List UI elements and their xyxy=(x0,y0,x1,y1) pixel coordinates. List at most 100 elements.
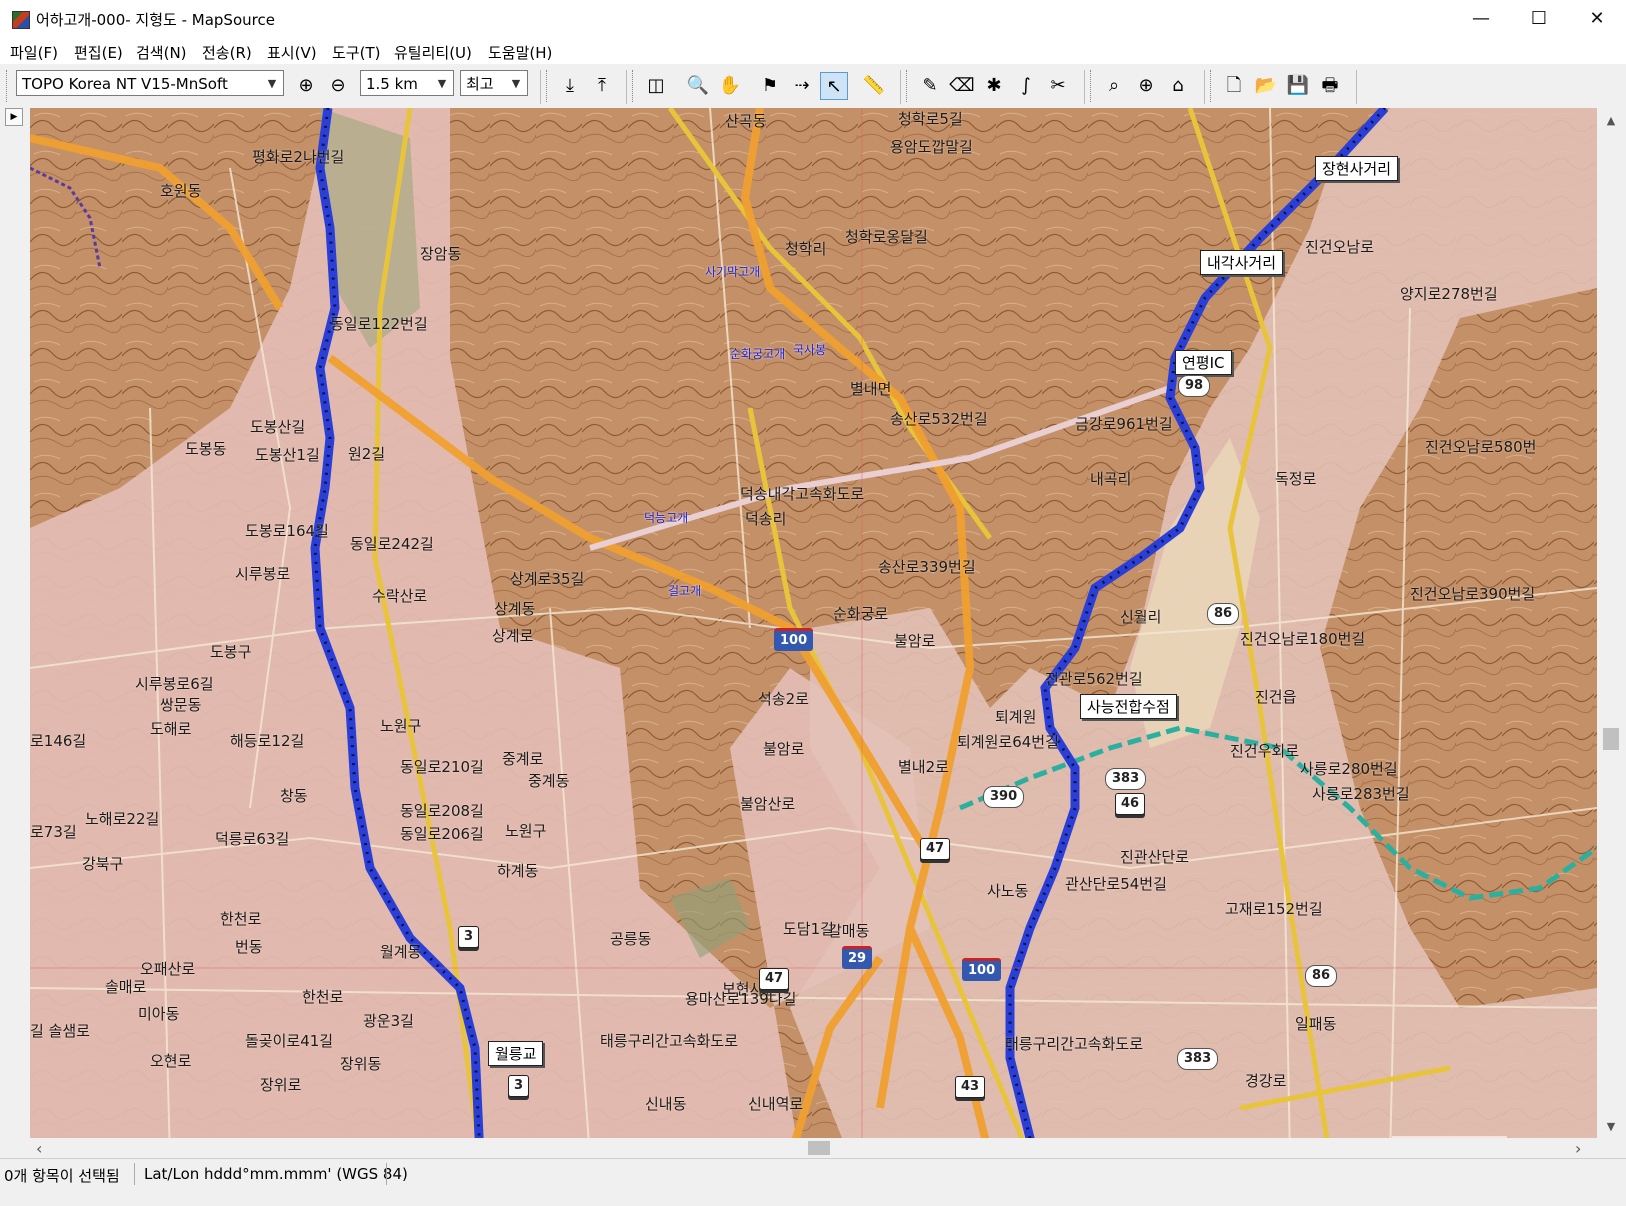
new-file-icon[interactable]: 🗋 xyxy=(1220,72,1248,100)
scroll-up-icon[interactable]: ▲ xyxy=(1603,114,1619,127)
map-place-label: 별내면 xyxy=(850,380,892,398)
coordinate-format: Lat/Lon hddd°mm.mmm' (WGS 84) xyxy=(144,1165,408,1183)
menu-edit[interactable]: 편집(E) xyxy=(72,42,125,63)
toolbar-grip[interactable] xyxy=(632,70,636,102)
map-place-label: 청학로5길 xyxy=(898,110,963,128)
send-to-device-icon[interactable]: ⤒ xyxy=(588,72,616,100)
menu-transfer[interactable]: 전송(R) xyxy=(200,42,254,63)
zoom-in-icon[interactable]: ⊕ xyxy=(292,72,320,100)
menu-find[interactable]: 검색(N) xyxy=(134,42,189,63)
maximize-button[interactable]: ☐ xyxy=(1510,0,1568,38)
scroll-down-icon[interactable]: ▼ xyxy=(1603,1120,1619,1133)
map-place-label: 도봉구 xyxy=(210,643,252,661)
zoom-out-icon[interactable]: ⊖ xyxy=(324,72,352,100)
map-place-label: 노원구 xyxy=(380,717,422,735)
map-place-label: 진관로562번길 xyxy=(1045,670,1143,688)
toolbar-grip[interactable] xyxy=(906,70,910,102)
open-file-icon[interactable]: 📂 xyxy=(1252,72,1280,100)
route-tool-icon[interactable]: ⇢ xyxy=(788,72,816,100)
map-place-label: 한천로 xyxy=(302,988,344,1006)
menu-bar: 파일(F) 편집(E) 검색(N) 전송(R) 표시(V) 도구(T) 유틸리티… xyxy=(0,38,1626,65)
toolbar-separator xyxy=(1084,70,1085,104)
map-place-label: 산곡동 xyxy=(725,112,767,130)
expand-panel-button[interactable]: ▶ xyxy=(5,108,23,126)
draw-tool-icon[interactable]: ✎ xyxy=(916,72,944,100)
map-place-label: 오패산로 xyxy=(140,960,196,978)
vertical-scrollbar[interactable]: ▲ ▼ xyxy=(1597,108,1626,1138)
close-button[interactable]: ✕ xyxy=(1568,0,1626,38)
map-view[interactable]: 평화로2나번길 호원동 장암동 동일로122번길 도봉산길 도봉산1길 원2길 도봉동 도봉로1… xyxy=(30,108,1597,1158)
waypoint-tool-icon[interactable]: ⚑ xyxy=(756,72,784,100)
zoom-scale-value: 1.5 km xyxy=(366,75,418,93)
map-place-label: 장위로 xyxy=(260,1076,302,1094)
zoom-scale-select[interactable]: 1.5 km ▼ xyxy=(360,70,454,96)
map-place-label: 노해로22길 xyxy=(85,810,160,828)
map-place-label: 진건오남로580번 xyxy=(1425,438,1537,456)
save-file-icon[interactable]: 💾 xyxy=(1284,72,1312,100)
map-select-tool-icon[interactable]: ◫ xyxy=(642,72,670,100)
toolbar-grip[interactable] xyxy=(1210,70,1214,102)
menu-view[interactable]: 표시(V) xyxy=(265,42,319,63)
map-place-label: 일패동 xyxy=(1295,1015,1337,1033)
map-place-label: 불암로 xyxy=(763,740,805,758)
map-place-label: 도봉로164길 xyxy=(245,522,329,540)
map-place-label: 해등로12길 xyxy=(230,732,305,750)
toolbar-grip[interactable] xyxy=(546,70,550,102)
chevron-down-icon: ▼ xyxy=(267,77,277,90)
menu-help[interactable]: 도움말(H) xyxy=(486,42,554,63)
erase-tool-icon[interactable]: ⌫ xyxy=(948,72,976,100)
horizontal-scroll-thumb[interactable] xyxy=(808,1141,830,1155)
detail-level-select[interactable]: 최고 ▼ xyxy=(460,70,528,96)
map-place-label: 원2길 xyxy=(348,445,386,463)
menu-utilities[interactable]: 유틸리티(U) xyxy=(392,42,474,63)
toolbar-grip[interactable] xyxy=(1090,70,1094,102)
find-nearby-icon[interactable]: ⊕ xyxy=(1132,72,1160,100)
track-tool-icon[interactable]: ∫ xyxy=(1012,72,1040,100)
minimize-button[interactable]: — xyxy=(1452,0,1510,38)
toolbar-separator xyxy=(1204,70,1205,104)
map-place-label: 상계로 xyxy=(492,627,534,645)
toolbar: TOPO Korea NT V15-MnSoft ▼ ⊕ ⊖ 1.5 km ▼ … xyxy=(0,64,1626,109)
map-place-label: 번동 xyxy=(235,938,263,956)
zoom-tool-icon[interactable]: 🔍 xyxy=(684,72,712,100)
track-select-icon[interactable]: ✱ xyxy=(980,72,1008,100)
waypoint-callout[interactable]: 연평IC xyxy=(1175,350,1232,375)
print-icon[interactable]: 🖶 xyxy=(1316,72,1344,100)
select-tool-icon[interactable]: ↖ xyxy=(820,72,848,100)
map-place-label: 별내2로 xyxy=(898,758,949,776)
map-place-label: 양지로278번길 xyxy=(1400,285,1498,303)
receive-from-device-icon[interactable]: ⤓ xyxy=(556,72,584,100)
map-product-select[interactable]: TOPO Korea NT V15-MnSoft ▼ xyxy=(16,70,284,96)
map-place-label: 갈매동 xyxy=(828,922,870,940)
map-place-label: 돌곶이로41길 xyxy=(245,1032,334,1050)
road-shield: 383 xyxy=(1177,1048,1219,1070)
waypoint-callout[interactable]: 내각사거리 xyxy=(1200,250,1284,275)
map-place-label: 상계로35길 xyxy=(510,570,585,588)
map-place-label: 도해로 xyxy=(150,720,192,738)
toolbar-grip[interactable] xyxy=(6,70,10,102)
map-place-label: 진건우회로 xyxy=(1230,742,1300,760)
hand-tool-icon[interactable]: ✋ xyxy=(716,72,744,100)
find-icon[interactable]: ⌕ xyxy=(1100,72,1128,100)
menu-tools[interactable]: 도구(T) xyxy=(330,42,382,63)
waypoint-callout[interactable]: 장현사거리 xyxy=(1315,156,1399,181)
map-place-label: 장암동 xyxy=(420,245,462,263)
scroll-right-icon[interactable]: › xyxy=(1575,1139,1581,1158)
map-place-label: 월계동 xyxy=(380,943,422,961)
road-shield: 29 xyxy=(842,946,873,969)
menu-file[interactable]: 파일(F) xyxy=(8,42,60,63)
vertical-scroll-thumb[interactable] xyxy=(1603,728,1619,750)
status-bar: 0개 항목이 선택됨 Lat/Lon hddd°mm.mmm' (WGS 84) xyxy=(0,1158,1626,1206)
scroll-left-icon[interactable]: ‹ xyxy=(36,1139,42,1158)
waypoint-callout[interactable]: 사능전합수점 xyxy=(1080,694,1177,719)
toolbar-separator xyxy=(1356,70,1357,104)
split-track-icon[interactable]: ✂ xyxy=(1044,72,1072,100)
map-place-label: 강북구 xyxy=(82,855,124,873)
find-address-icon[interactable]: ⌂ xyxy=(1164,72,1192,100)
map-product-value: TOPO Korea NT V15-MnSoft xyxy=(22,75,228,93)
measure-tool-icon[interactable]: 📏 xyxy=(860,72,888,100)
waypoint-callout[interactable]: 월릉교 xyxy=(488,1041,544,1066)
chevron-down-icon: ▼ xyxy=(437,77,447,90)
map-place-label: 사릉로283번길 xyxy=(1312,785,1410,803)
horizontal-scrollbar[interactable]: ‹ › xyxy=(30,1138,1597,1158)
